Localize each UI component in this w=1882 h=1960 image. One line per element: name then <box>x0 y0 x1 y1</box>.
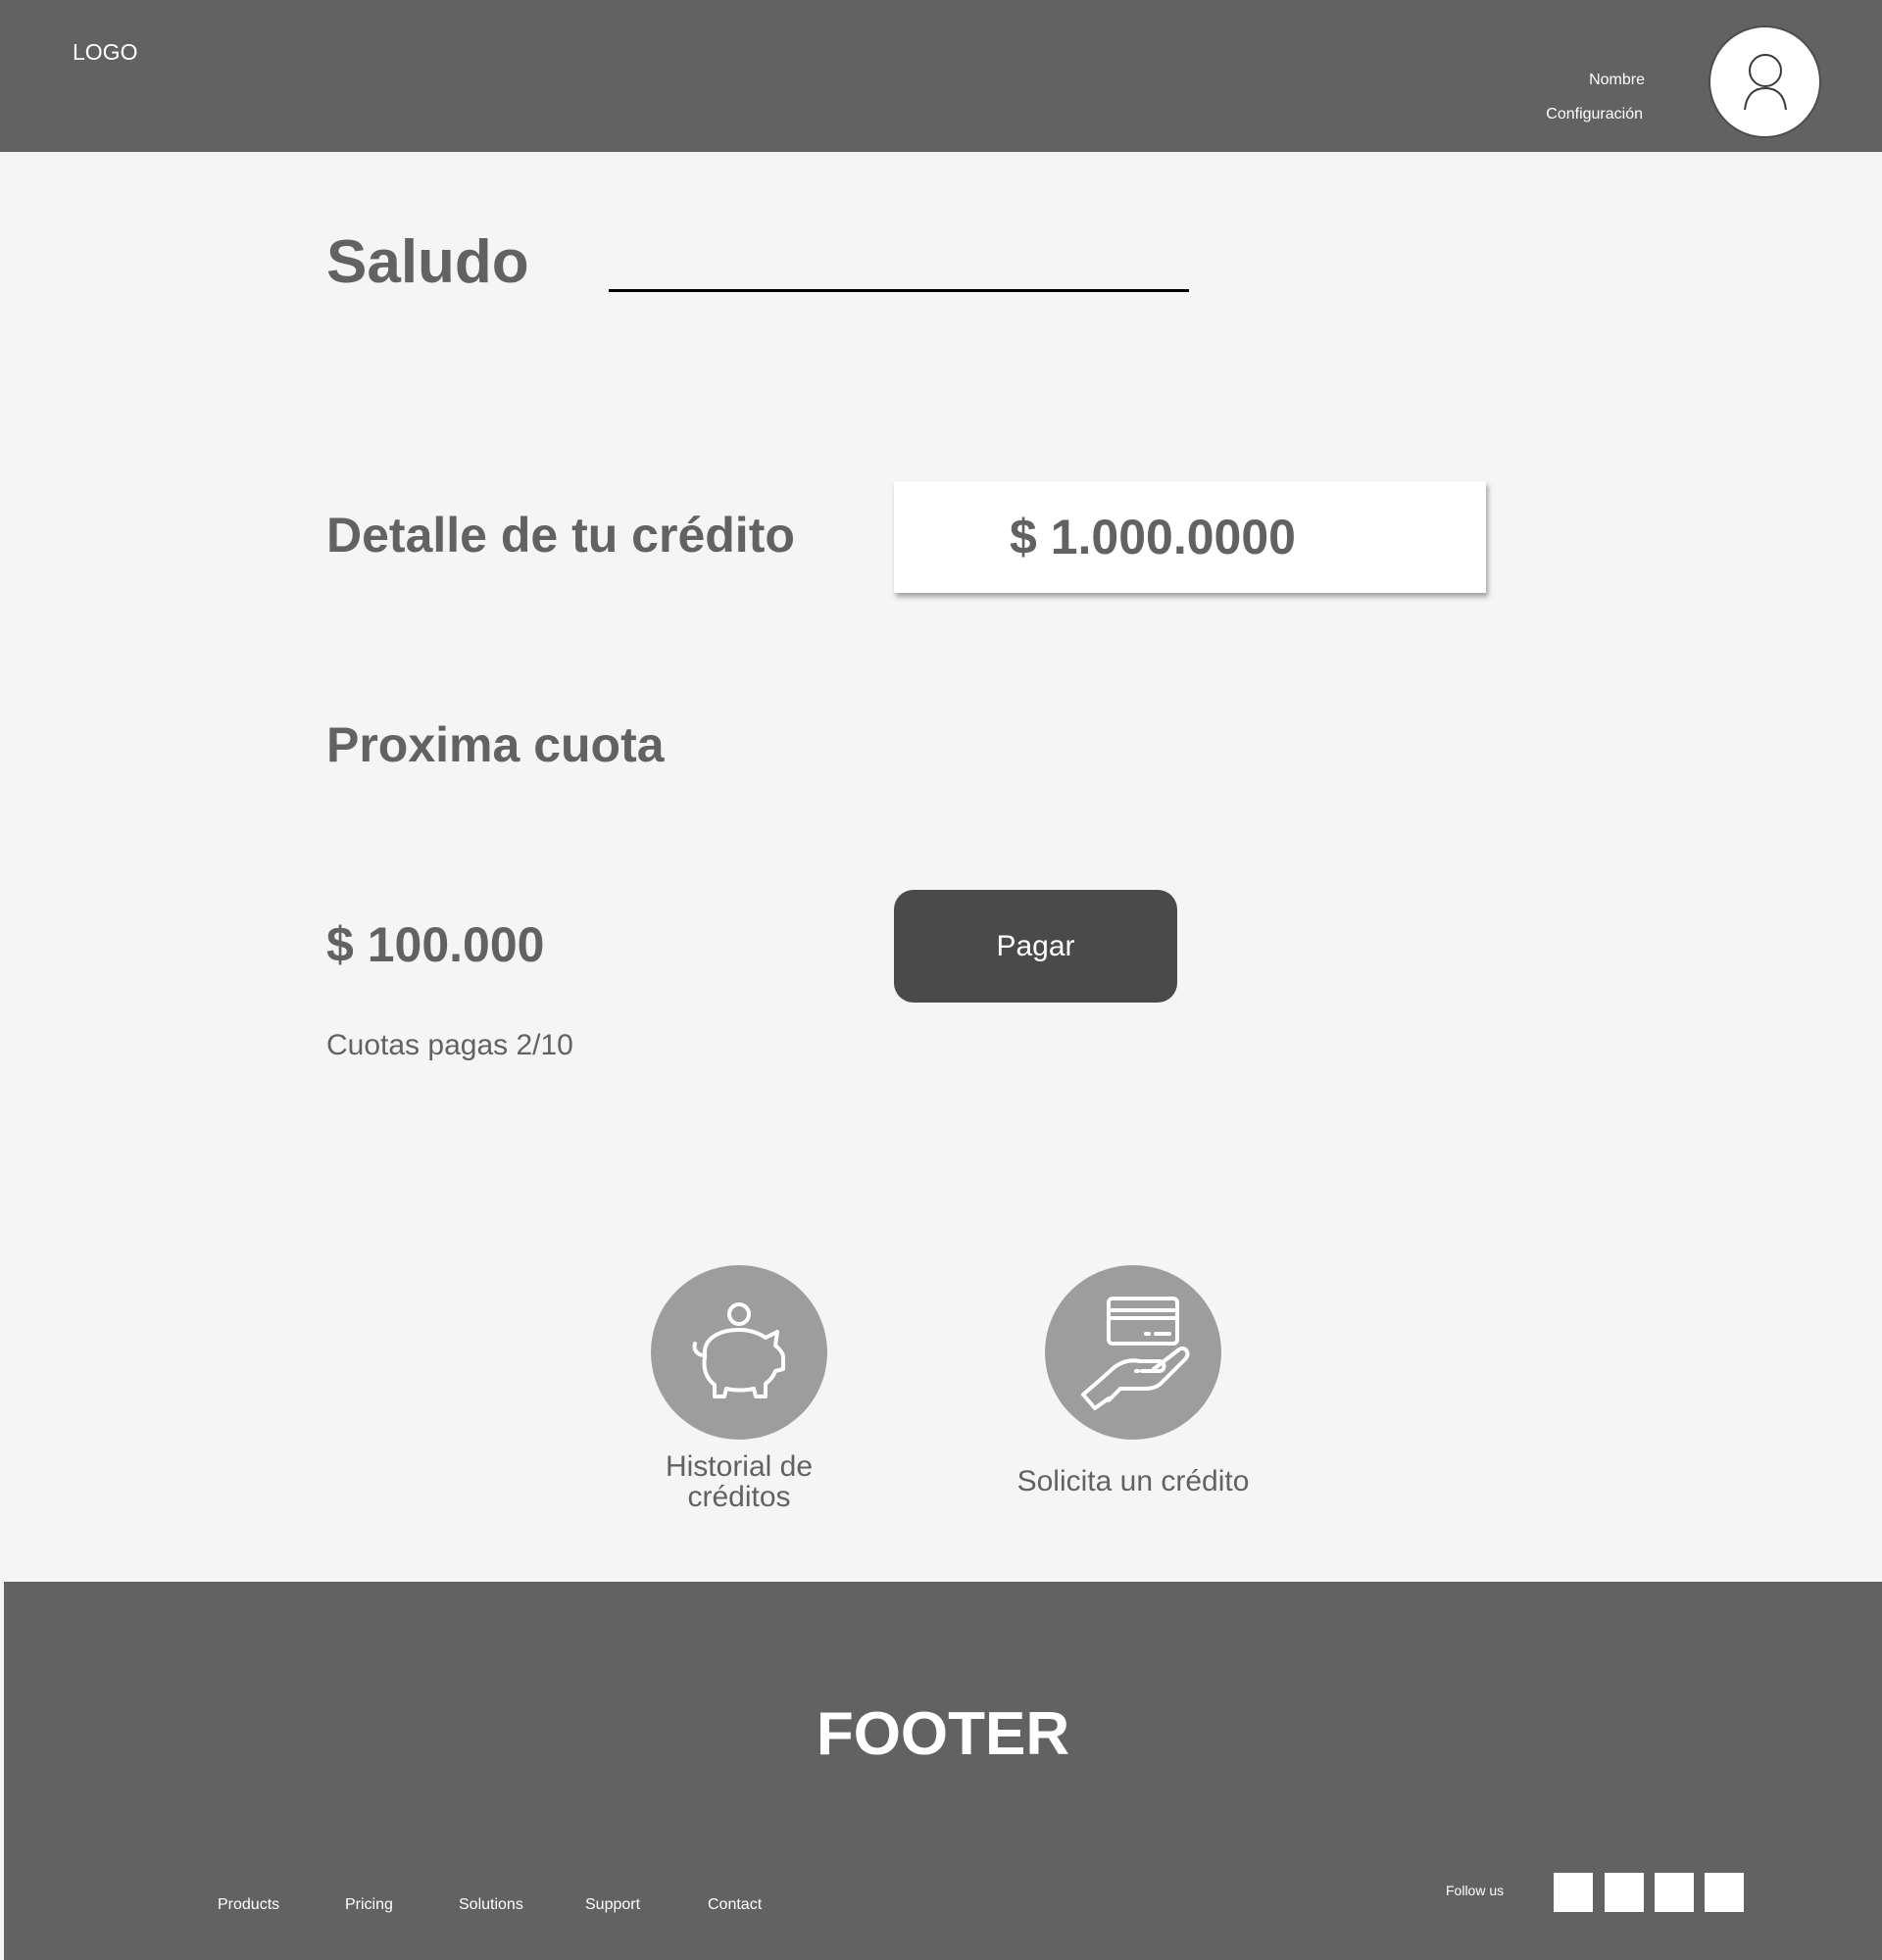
user-name-link[interactable]: Nombre <box>1589 72 1645 89</box>
credit-history-circle[interactable] <box>651 1265 827 1440</box>
credit-detail-label: Detalle de tu crédito <box>326 508 795 563</box>
social-icon-4[interactable] <box>1705 1873 1744 1912</box>
user-icon <box>1743 53 1787 110</box>
footer-link-solutions[interactable]: Solutions <box>459 1896 523 1914</box>
logo[interactable]: LOGO <box>73 39 137 66</box>
settings-link[interactable]: Configuración <box>1546 106 1643 123</box>
credit-amount-value: $ 1.000.0000 <box>1010 510 1296 564</box>
footer-link-pricing[interactable]: Pricing <box>345 1896 393 1914</box>
social-icon-1[interactable] <box>1554 1873 1593 1912</box>
piggy-bank-icon <box>692 1302 785 1398</box>
follow-us-label: Follow us <box>1446 1883 1505 1898</box>
social-icon-2[interactable] <box>1605 1873 1644 1912</box>
installments-paid-text: Cuotas pagas 2/10 <box>326 1029 573 1061</box>
header: LOGO Nombre Configuración <box>0 0 1882 152</box>
greeting-title: Saludo <box>326 228 529 296</box>
card-in-hand-icon <box>1081 1297 1190 1410</box>
footer-link-support[interactable]: Support <box>585 1896 640 1914</box>
request-credit-action[interactable]: Solicita un crédito <box>1017 1265 1249 1496</box>
next-installment-amount: $ 100.000 <box>326 917 545 972</box>
footer-link-contact[interactable]: Contact <box>708 1896 762 1914</box>
footer-link-products[interactable]: Products <box>218 1896 279 1914</box>
greeting-name-underline <box>609 289 1189 292</box>
request-credit-circle[interactable] <box>1045 1265 1221 1440</box>
credit-history-label[interactable]: Historial de créditos <box>621 1451 857 1512</box>
next-installment-label: Proxima cuota <box>326 717 665 772</box>
credit-amount-card: $ 1.000.0000 <box>894 481 1486 593</box>
credit-history-action[interactable]: Historial de créditos <box>651 1265 827 1512</box>
footer: FOOTER Products Pricing Solutions Suppor… <box>4 1582 1882 1960</box>
footer-title: FOOTER <box>816 1700 1070 1768</box>
social-icon-3[interactable] <box>1655 1873 1694 1912</box>
request-credit-label[interactable]: Solicita un crédito <box>986 1466 1280 1496</box>
avatar[interactable] <box>1709 25 1821 138</box>
pay-button[interactable]: Pagar <box>894 890 1177 1003</box>
